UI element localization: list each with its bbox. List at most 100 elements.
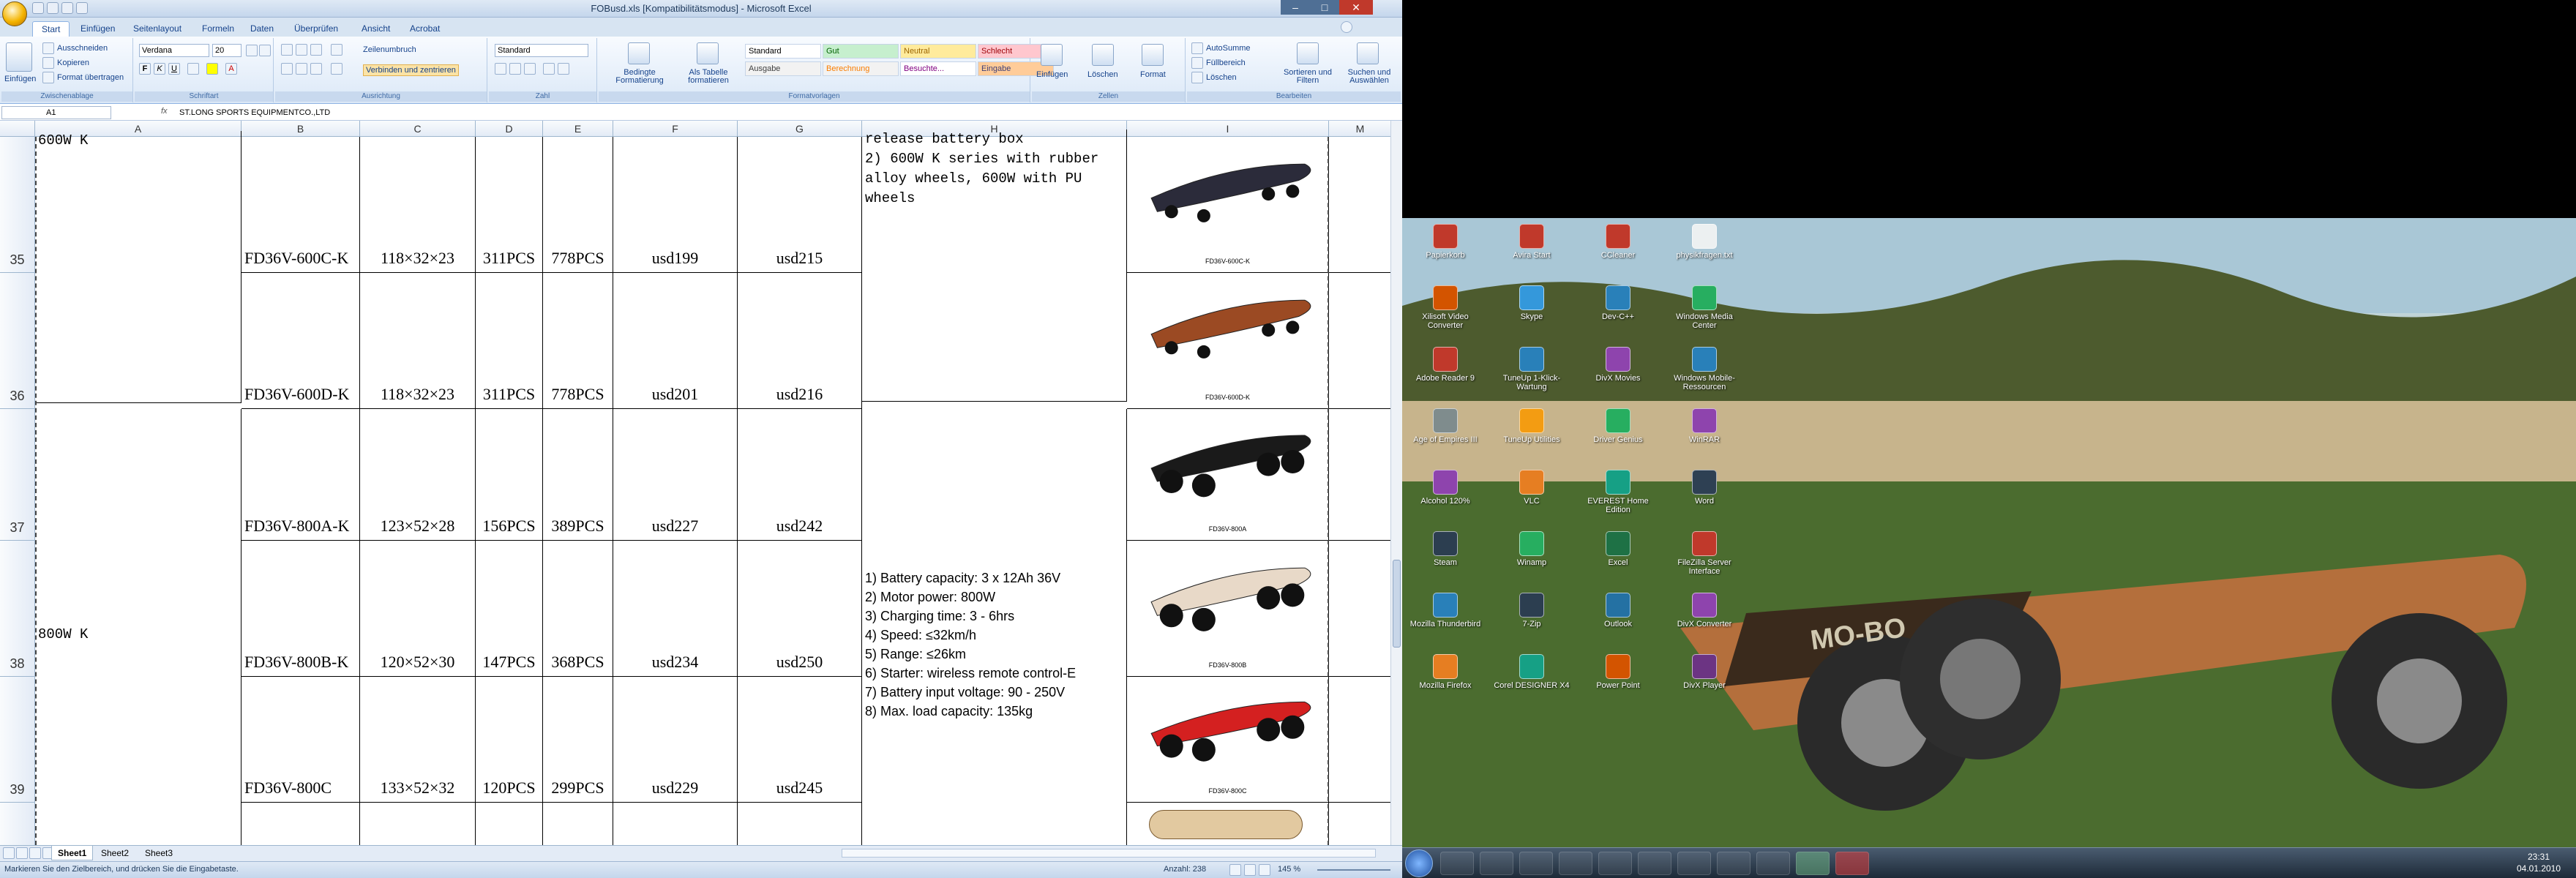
align-top-icon[interactable] xyxy=(281,44,293,56)
start-button[interactable] xyxy=(1405,849,1433,877)
cell-p2[interactable]: usd250 xyxy=(738,541,862,677)
desktop-icon[interactable]: Driver Genius xyxy=(1578,408,1658,444)
desktop-icon[interactable]: Mozilla Firefox xyxy=(1405,654,1486,690)
sheet-tab-2[interactable]: Sheet2 xyxy=(95,846,135,860)
group-label-600w[interactable]: 600W K xyxy=(35,131,242,403)
format-table-icon[interactable] xyxy=(697,42,719,64)
product-image[interactable]: FD36V-800A xyxy=(1127,409,1329,541)
find-select-button[interactable]: Suchen und Auswählen xyxy=(1344,69,1395,85)
row-header[interactable]: 36 xyxy=(0,273,35,409)
cell-p1[interactable]: usd234 xyxy=(613,541,738,677)
tab-ueberpruefen[interactable]: Überprüfen xyxy=(285,21,347,37)
italic-icon[interactable]: K xyxy=(154,63,165,75)
cell-size[interactable]: 120×52×30 xyxy=(360,541,476,677)
cell-empty[interactable] xyxy=(613,803,738,845)
close-button[interactable]: ✕ xyxy=(1339,0,1373,15)
border-icon[interactable] xyxy=(187,63,199,75)
row-header[interactable]: 37 xyxy=(0,409,35,541)
cell-empty[interactable] xyxy=(476,803,543,845)
cell-model[interactable]: FD36V-800B-K xyxy=(242,541,360,677)
cell-p1[interactable]: usd229 xyxy=(613,677,738,803)
desktop-icon[interactable]: WinRAR xyxy=(1664,408,1745,444)
taskbar-acrobat-icon[interactable] xyxy=(1835,852,1869,875)
tab-acrobat[interactable]: Acrobat xyxy=(401,21,449,37)
desktop-icon[interactable]: Dev-C++ xyxy=(1578,285,1658,321)
shrink-font-icon[interactable] xyxy=(259,45,271,56)
zoom-slider[interactable] xyxy=(1317,869,1390,871)
align-middle-icon[interactable] xyxy=(296,44,307,56)
prev-sheet-icon[interactable] xyxy=(16,847,28,859)
fx-icon[interactable]: fx xyxy=(161,107,168,116)
column-header-m[interactable]: M xyxy=(1329,121,1390,137)
grow-font-icon[interactable] xyxy=(246,45,258,56)
indent-icon[interactable] xyxy=(331,63,342,75)
desktop-icon[interactable]: Windows Mobile-Ressourcen xyxy=(1664,347,1745,391)
increase-decimal-icon[interactable] xyxy=(543,63,555,75)
desktop-icon[interactable]: Steam xyxy=(1405,531,1486,567)
formula-input[interactable]: ST.LONG SPORTS EQUIPMENTCO.,LTD xyxy=(179,106,330,119)
cell-m[interactable] xyxy=(1329,137,1390,273)
tab-seitenlayout[interactable]: Seitenlayout xyxy=(124,21,190,37)
find-select-icon[interactable] xyxy=(1357,42,1379,64)
desktop-icon[interactable]: Windows Media Center xyxy=(1664,285,1745,330)
column-header-e[interactable]: E xyxy=(543,121,613,137)
tab-formeln[interactable]: Formeln xyxy=(193,21,243,37)
desktop-icon[interactable]: 7-Zip xyxy=(1491,593,1572,629)
cell-m[interactable] xyxy=(1329,273,1390,409)
page-layout-icon[interactable] xyxy=(1244,864,1256,876)
cell-qty1[interactable]: 311PCS xyxy=(476,137,543,273)
cell-qty1[interactable]: 311PCS xyxy=(476,273,543,409)
format-cells-button[interactable]: Format xyxy=(1140,70,1166,79)
taskbar-excel-icon[interactable] xyxy=(1796,852,1830,875)
copy-icon[interactable] xyxy=(42,57,54,69)
desktop-icon[interactable]: EVEREST Home Edition xyxy=(1578,470,1658,514)
thousands-icon[interactable] xyxy=(524,63,536,75)
name-box[interactable]: A1 xyxy=(1,106,111,119)
percent-icon[interactable] xyxy=(509,63,521,75)
column-header-i[interactable]: I xyxy=(1127,121,1329,137)
wrap-text-button[interactable]: Zeilenumbruch xyxy=(363,45,416,54)
align-right-icon[interactable] xyxy=(310,63,322,75)
desktop-icon[interactable]: Winamp xyxy=(1491,531,1572,567)
tab-einfuegen[interactable]: Einfügen xyxy=(72,21,124,37)
product-image[interactable]: FD36V-800C xyxy=(1127,677,1329,803)
paste-icon[interactable] xyxy=(6,42,32,72)
cell-p1[interactable]: usd201 xyxy=(613,273,738,409)
desktop-icon[interactable]: Skype xyxy=(1491,285,1572,321)
desktop-icon[interactable]: Alcohol 120% xyxy=(1405,470,1486,506)
row-header[interactable] xyxy=(0,803,35,845)
sheet-tab-3[interactable]: Sheet3 xyxy=(139,846,179,860)
cell-model[interactable]: FD36V-600C-K xyxy=(242,137,360,273)
conditional-format-button[interactable]: Bedingte Formatierung xyxy=(603,69,676,85)
zoom-level[interactable]: 145 % xyxy=(1278,865,1300,874)
format-table-button[interactable]: Als Tabelle formatieren xyxy=(679,69,738,85)
row-header[interactable]: 38 xyxy=(0,541,35,677)
taskbar-steam-icon[interactable] xyxy=(1717,852,1751,875)
select-all-corner[interactable] xyxy=(0,121,35,137)
clear-icon[interactable] xyxy=(1191,72,1203,83)
cell-qty2[interactable]: 778PCS xyxy=(543,273,613,409)
number-format-box[interactable]: Standard xyxy=(495,44,588,57)
paste-label[interactable]: Einfügen xyxy=(4,75,36,83)
column-header-c[interactable]: C xyxy=(360,121,476,137)
tab-ansicht[interactable]: Ansicht xyxy=(353,21,399,37)
cell-p2[interactable]: usd215 xyxy=(738,137,862,273)
column-header-b[interactable]: B xyxy=(242,121,360,137)
font-name-box[interactable]: Verdana xyxy=(139,44,209,57)
cell-size[interactable]: 133×52×32 xyxy=(360,677,476,803)
cell-m[interactable] xyxy=(1329,541,1390,677)
cell-m[interactable] xyxy=(1329,409,1390,541)
cell-m[interactable] xyxy=(1329,803,1390,845)
cell-p1[interactable]: usd227 xyxy=(613,409,738,541)
desktop-icon[interactable]: Avira Start xyxy=(1491,224,1572,260)
autosum-icon[interactable] xyxy=(1191,42,1203,54)
fill-button[interactable]: Füllbereich xyxy=(1206,59,1246,67)
autosum-button[interactable]: AutoSumme xyxy=(1206,44,1251,53)
column-header-d[interactable]: D xyxy=(476,121,543,137)
minimize-button[interactable]: – xyxy=(1281,0,1310,15)
taskbar-vlc-icon[interactable] xyxy=(1480,852,1513,875)
cell-style-1[interactable]: Gut xyxy=(823,44,899,59)
delete-cells-icon[interactable] xyxy=(1092,44,1114,66)
desktop-icon[interactable]: Outlook xyxy=(1578,593,1658,629)
product-image[interactable]: FD36V-600C-K xyxy=(1127,137,1329,273)
